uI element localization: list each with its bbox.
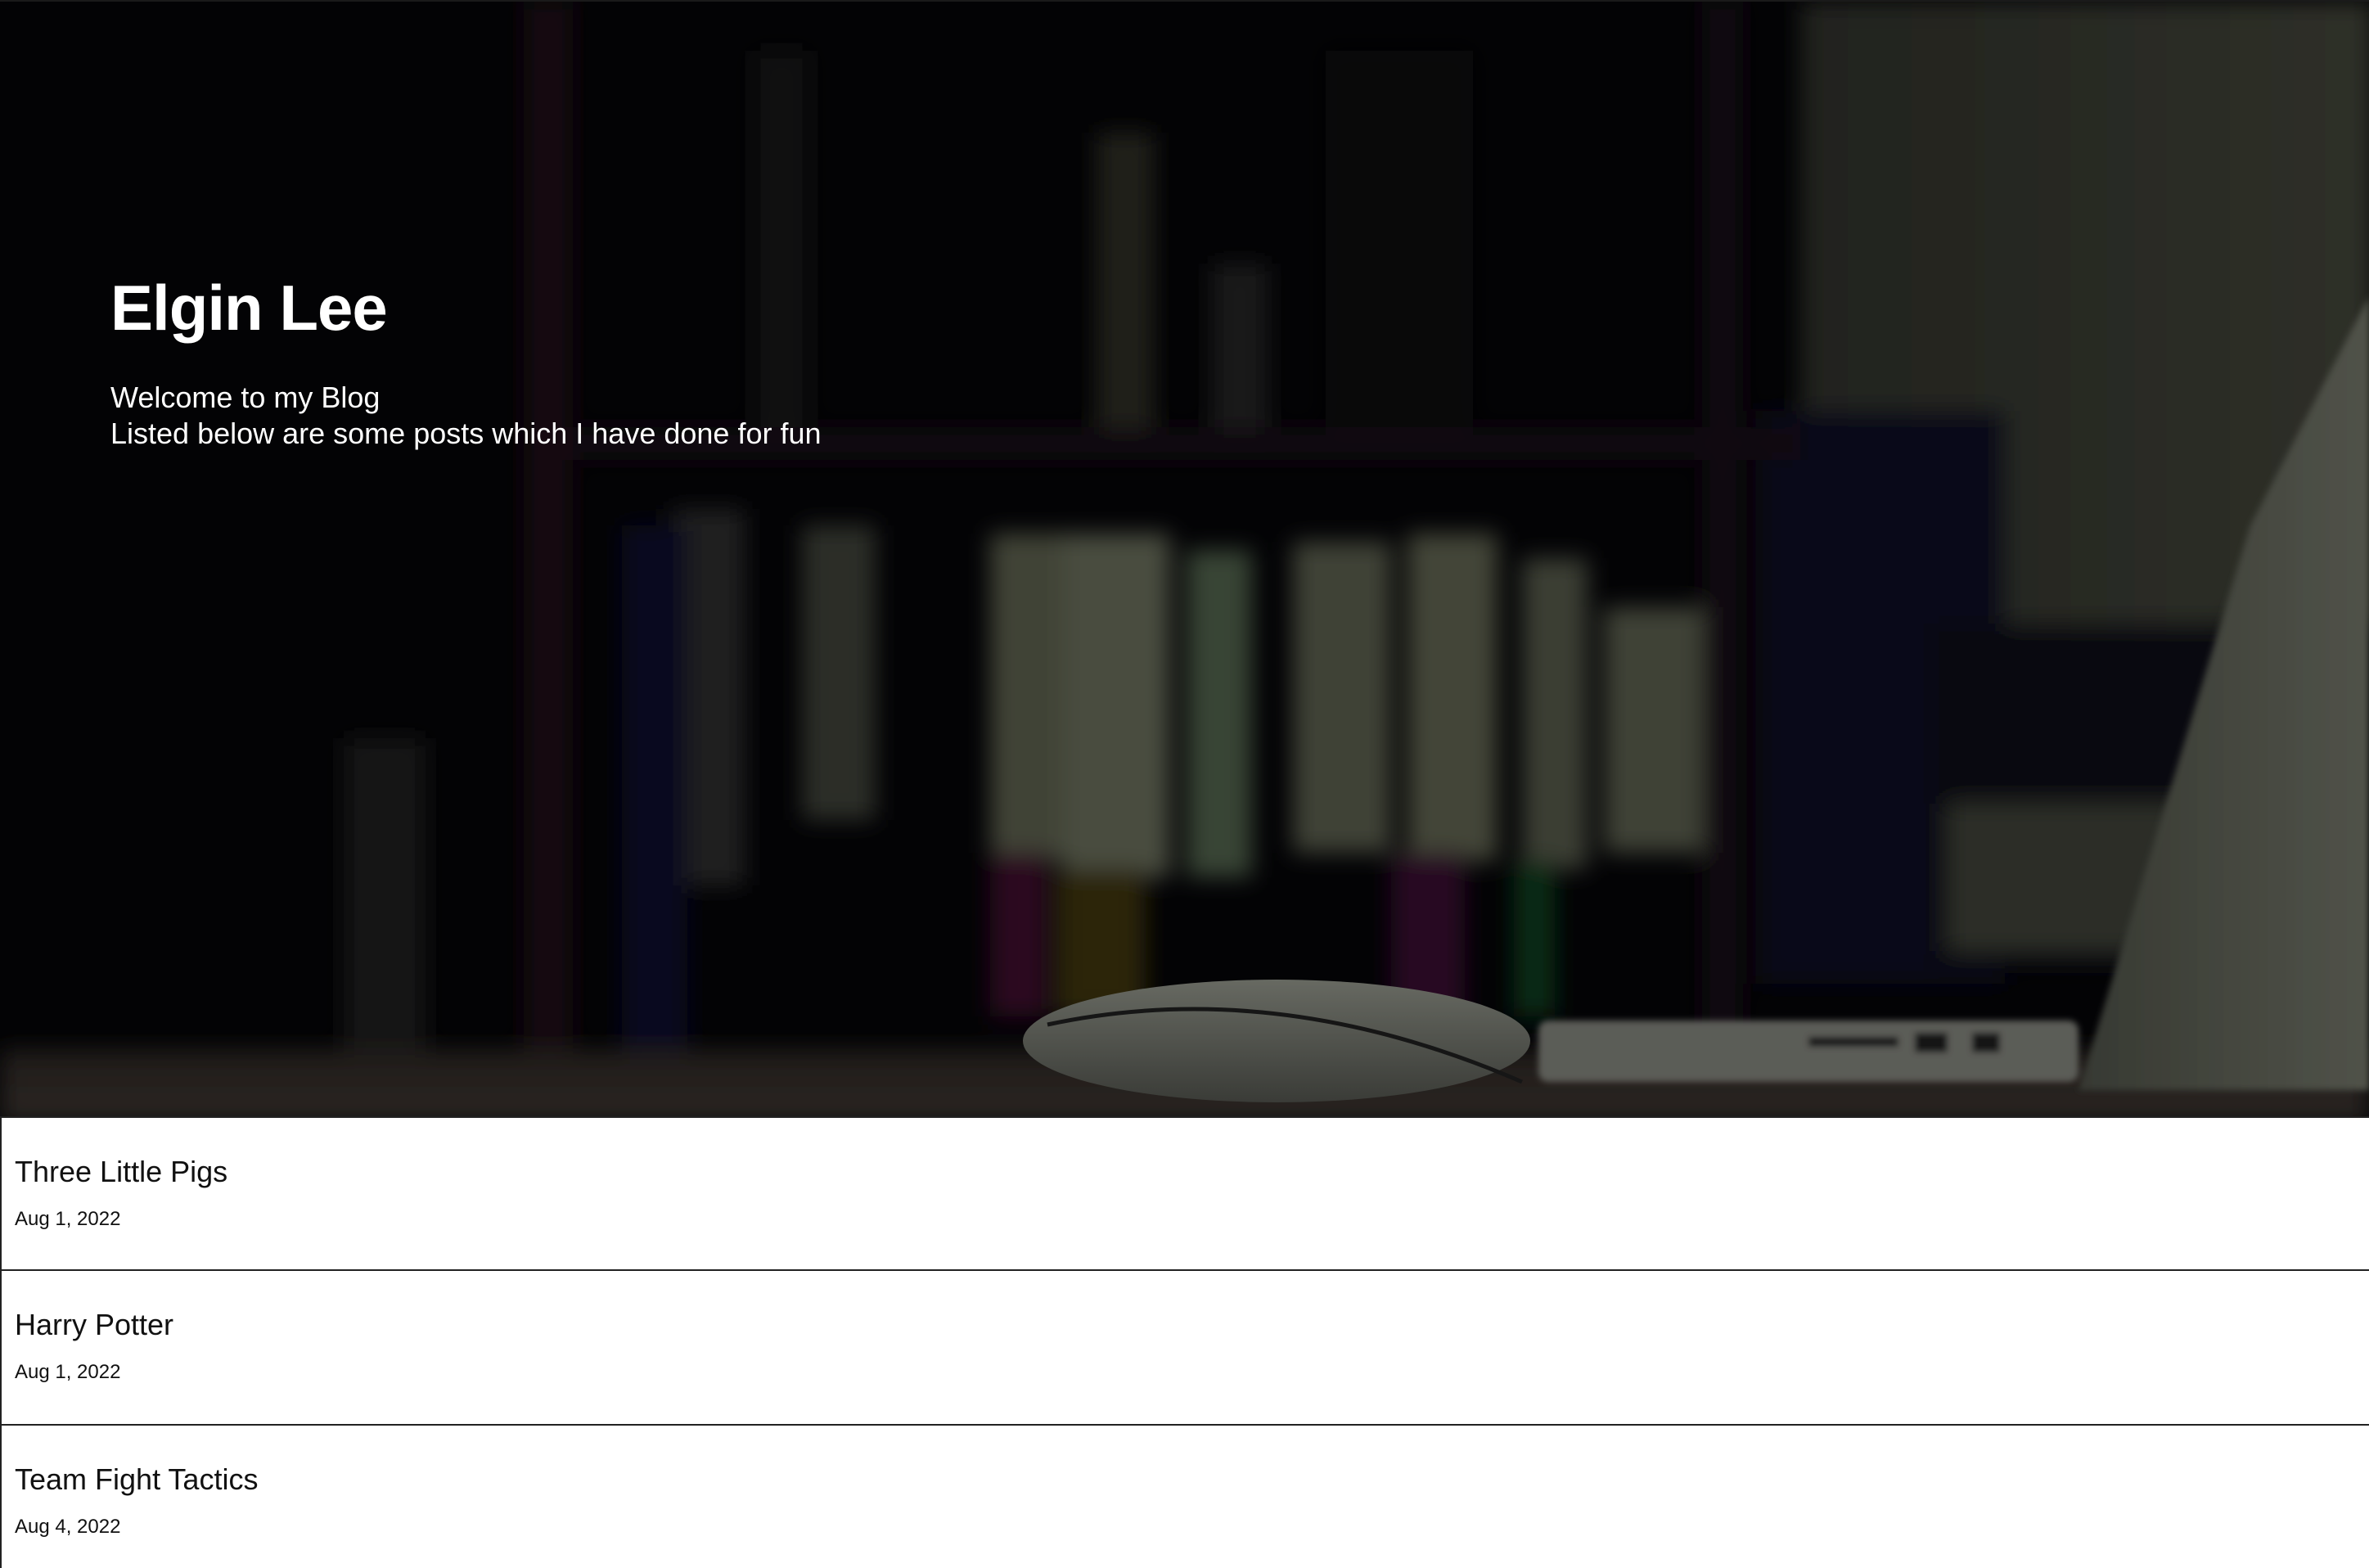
post-title[interactable]: Harry Potter	[15, 1307, 2369, 1343]
hero-text: Elgin Lee Welcome to my Blog Listed belo…	[110, 272, 822, 452]
blog-page: Elgin Lee Welcome to my Blog Listed belo…	[0, 0, 2369, 1568]
post-date: Aug 1, 2022	[15, 1361, 121, 1383]
post-item-harry-potter[interactable]: Harry Potter Aug 1, 2022	[0, 1271, 2369, 1426]
hero-background-image	[0, 2, 2369, 1116]
intro-line: Listed below are some posts which I have…	[110, 416, 822, 450]
post-title[interactable]: Three Little Pigs	[15, 1154, 2369, 1190]
post-item-three-little-pigs[interactable]: Three Little Pigs Aug 1, 2022	[0, 1116, 2369, 1271]
site-title: Elgin Lee	[110, 272, 388, 344]
post-item-team-fight-tactics[interactable]: Team Fight Tactics Aug 4, 2022	[0, 1426, 2369, 1568]
post-date: Aug 1, 2022	[15, 1208, 121, 1230]
hero-banner: Elgin Lee Welcome to my Blog Listed belo…	[0, 0, 2369, 1116]
hero-subtitle: Welcome to my Blog Listed below are some…	[110, 380, 822, 452]
post-title[interactable]: Team Fight Tactics	[15, 1462, 2369, 1498]
welcome-line: Welcome to my Blog	[110, 380, 381, 414]
post-date: Aug 4, 2022	[15, 1516, 121, 1538]
post-list: Three Little Pigs Aug 1, 2022 Harry Pott…	[0, 1116, 2369, 1568]
